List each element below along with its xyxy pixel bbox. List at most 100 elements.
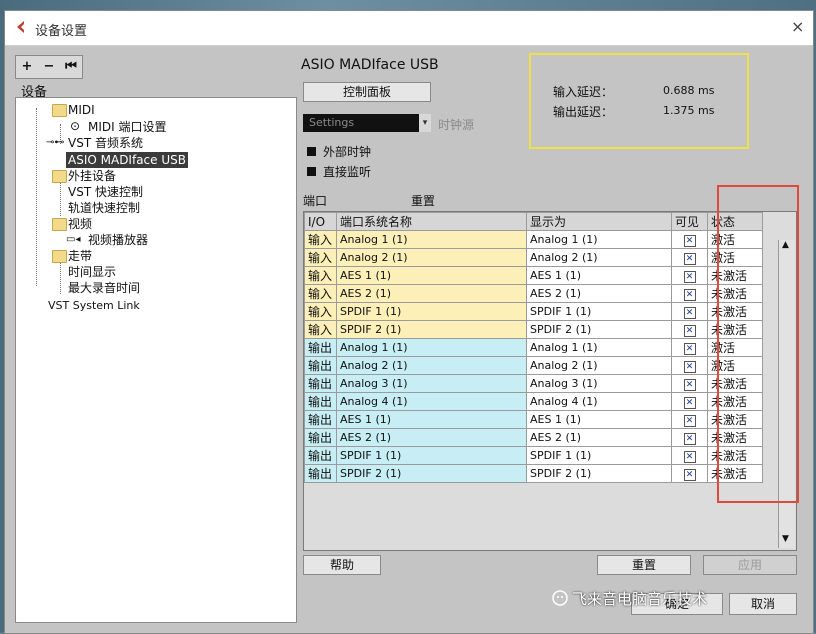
- ports-table-grid: I/O 端口系统名称 显示为 可见 状态 输入 Analog 1 (1) Analo…: [304, 212, 763, 483]
- visible-checkbox-icon[interactable]: ✕: [683, 342, 696, 355]
- table-row[interactable]: 输入 AES 1 (1) AES 1 (1) ✕ 未激活: [304, 266, 763, 285]
- tree-item-asio[interactable]: ASIO MADIface USB: [66, 152, 188, 168]
- cell-visible[interactable]: ✕: [671, 320, 708, 339]
- add-device-button[interactable]: +: [16, 56, 38, 78]
- ports-reset-link[interactable]: 重置: [411, 192, 435, 209]
- cell-visible[interactable]: ✕: [671, 392, 708, 411]
- cell-visible[interactable]: ✕: [671, 230, 708, 249]
- tree-item-video-player[interactable]: 视频播放器: [88, 232, 148, 248]
- tree-item-midi[interactable]: MIDI: [68, 102, 95, 118]
- clock-source-select[interactable]: Settings ▾: [303, 114, 431, 132]
- cell-display-as[interactable]: AES 1 (1): [526, 266, 672, 285]
- table-row[interactable]: 输入 SPDIF 2 (1) SPDIF 2 (1) ✕ 未激活: [304, 320, 763, 339]
- tree-item-transport[interactable]: 走带: [68, 248, 92, 264]
- table-row[interactable]: 输入 Analog 1 (1) Analog 1 (1) ✕ 激活: [304, 230, 763, 249]
- tree-item-max-rec-time[interactable]: 最大录音时间: [68, 280, 140, 296]
- cell-visible[interactable]: ✕: [671, 410, 708, 429]
- cell-visible[interactable]: ✕: [671, 302, 708, 321]
- table-row[interactable]: 输出 Analog 1 (1) Analog 1 (1) ✕ 激活: [304, 338, 763, 357]
- remove-device-button[interactable]: −: [38, 56, 60, 78]
- output-latency-label: 输出延迟：: [553, 105, 614, 119]
- help-button[interactable]: 帮助: [303, 555, 381, 575]
- visible-checkbox-icon[interactable]: ✕: [683, 432, 696, 445]
- cell-visible[interactable]: ✕: [671, 356, 708, 375]
- table-row[interactable]: 输出 Analog 4 (1) Analog 4 (1) ✕ 未激活: [304, 392, 763, 411]
- midi-port-icon: ⊙: [70, 119, 81, 133]
- tree-item-video[interactable]: 视频: [68, 216, 92, 232]
- tree-item-vst-link[interactable]: VST System Link: [48, 298, 140, 314]
- control-panel-button[interactable]: 控制面板: [303, 82, 431, 102]
- table-row[interactable]: 输出 AES 2 (1) AES 2 (1) ✕ 未激活: [304, 428, 763, 447]
- cell-display-as[interactable]: SPDIF 1 (1): [526, 446, 672, 465]
- col-visible[interactable]: 可见: [671, 212, 708, 231]
- scroll-down-icon[interactable]: ▼: [782, 534, 789, 544]
- tree-item-vst-audio[interactable]: VST 音频系统: [68, 135, 143, 151]
- wechat-icon: [552, 590, 568, 606]
- tree-item-time-display[interactable]: 时间显示: [68, 264, 116, 280]
- cell-visible[interactable]: ✕: [671, 374, 708, 393]
- cell-system-name: Analog 2 (1): [336, 356, 527, 375]
- cell-display-as[interactable]: Analog 2 (1): [526, 248, 672, 267]
- cell-visible[interactable]: ✕: [671, 248, 708, 267]
- table-row[interactable]: 输出 Analog 3 (1) Analog 3 (1) ✕ 未激活: [304, 374, 763, 393]
- table-row[interactable]: 输入 AES 2 (1) AES 2 (1) ✕ 未激活: [304, 284, 763, 303]
- cell-display-as[interactable]: Analog 3 (1): [526, 374, 672, 393]
- visible-checkbox-icon[interactable]: ✕: [683, 306, 696, 319]
- table-row[interactable]: 输出 Analog 2 (1) Analog 2 (1) ✕ 激活: [304, 356, 763, 375]
- cell-visible[interactable]: ✕: [671, 428, 708, 447]
- tree-item-external[interactable]: 外挂设备: [68, 168, 116, 184]
- cell-display-as[interactable]: SPDIF 2 (1): [526, 464, 672, 483]
- cell-display-as[interactable]: AES 2 (1): [526, 428, 672, 447]
- tree-item-vst-quick[interactable]: VST 快速控制: [68, 184, 143, 200]
- table-row[interactable]: 输入 Analog 2 (1) Analog 2 (1) ✕ 激活: [304, 248, 763, 267]
- table-row[interactable]: 输出 SPDIF 1 (1) SPDIF 1 (1) ✕ 未激活: [304, 446, 763, 465]
- cell-io: 输入: [304, 266, 337, 285]
- cell-io: 输入: [304, 320, 337, 339]
- table-row[interactable]: 输出 SPDIF 2 (1) SPDIF 2 (1) ✕ 未激活: [304, 464, 763, 483]
- cell-visible[interactable]: ✕: [671, 338, 708, 357]
- tree-item-track-quick[interactable]: 轨道快速控制: [68, 200, 140, 216]
- external-clock-checkbox[interactable]: [307, 147, 316, 156]
- cell-display-as[interactable]: AES 2 (1): [526, 284, 672, 303]
- visible-checkbox-icon[interactable]: ✕: [683, 378, 696, 391]
- apply-button[interactable]: 应用: [703, 555, 797, 575]
- visible-checkbox-icon[interactable]: ✕: [683, 360, 696, 373]
- visible-checkbox-icon[interactable]: ✕: [683, 234, 696, 247]
- cell-system-name: Analog 3 (1): [336, 374, 527, 393]
- reset-device-button[interactable]: ⏮: [60, 56, 82, 78]
- cell-display-as[interactable]: SPDIF 1 (1): [526, 302, 672, 321]
- cell-visible[interactable]: ✕: [671, 464, 708, 483]
- visible-checkbox-icon[interactable]: ✕: [683, 252, 696, 265]
- cell-display-as[interactable]: SPDIF 2 (1): [526, 320, 672, 339]
- cell-visible[interactable]: ✕: [671, 284, 708, 303]
- cell-io: 输出: [304, 392, 337, 411]
- visible-checkbox-icon[interactable]: ✕: [683, 450, 696, 463]
- tree-item-midi-port[interactable]: MIDI 端口设置: [88, 119, 167, 135]
- col-io[interactable]: I/O: [304, 212, 337, 231]
- col-system-name[interactable]: 端口系统名称: [336, 212, 527, 231]
- table-row[interactable]: 输入 SPDIF 1 (1) SPDIF 1 (1) ✕ 未激活: [304, 302, 763, 321]
- cell-display-as[interactable]: Analog 4 (1): [526, 392, 672, 411]
- cell-system-name: AES 1 (1): [336, 410, 527, 429]
- cell-display-as[interactable]: Analog 1 (1): [526, 230, 672, 249]
- cell-display-as[interactable]: Analog 1 (1): [526, 338, 672, 357]
- table-row[interactable]: 输出 AES 1 (1) AES 1 (1) ✕ 未激活: [304, 410, 763, 429]
- close-icon[interactable]: ×: [791, 17, 804, 36]
- visible-checkbox-icon[interactable]: ✕: [683, 396, 696, 409]
- visible-checkbox-icon[interactable]: ✕: [683, 288, 696, 301]
- visible-checkbox-icon[interactable]: ✕: [683, 414, 696, 427]
- cell-visible[interactable]: ✕: [671, 266, 708, 285]
- window-title: 设备设置: [35, 24, 88, 39]
- cell-display-as[interactable]: AES 1 (1): [526, 410, 672, 429]
- direct-monitor-checkbox[interactable]: [307, 167, 316, 176]
- cell-display-as[interactable]: Analog 2 (1): [526, 356, 672, 375]
- cell-visible[interactable]: ✕: [671, 446, 708, 465]
- reset-button[interactable]: 重置: [597, 555, 691, 575]
- cancel-button[interactable]: 取消: [729, 593, 797, 615]
- visible-checkbox-icon[interactable]: ✕: [683, 324, 696, 337]
- col-display-as[interactable]: 显示为: [526, 212, 672, 231]
- visible-checkbox-icon[interactable]: ✕: [683, 270, 696, 283]
- chevron-down-icon[interactable]: ▾: [419, 114, 431, 132]
- tree-line: [60, 262, 61, 294]
- visible-checkbox-icon[interactable]: ✕: [683, 468, 696, 481]
